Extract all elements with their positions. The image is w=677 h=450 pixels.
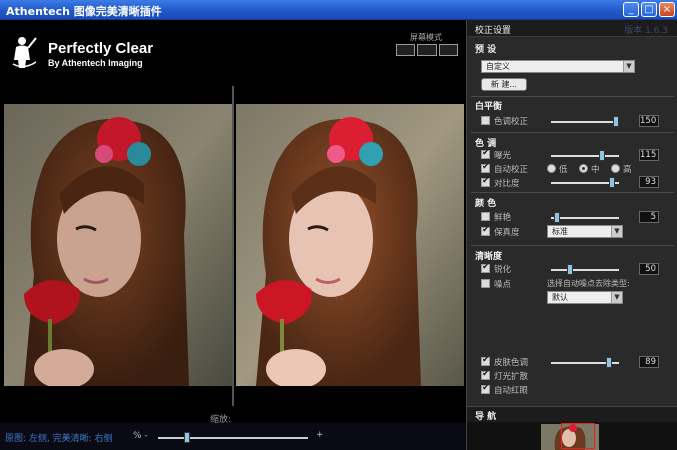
screen-mode-side-by-side-button[interactable] — [438, 44, 458, 56]
noise-type-label: 选择自动噪点去除类型: — [547, 279, 630, 288]
auto-high-label: 高 — [623, 165, 632, 175]
contrast-value[interactable]: 93 — [639, 176, 659, 188]
exposure-value[interactable]: 115 — [639, 149, 659, 161]
light-diffusion-label: 灯光扩散 — [494, 372, 529, 382]
skin-tone-slider[interactable] — [551, 357, 619, 368]
divider — [471, 96, 674, 97]
vibrance-checkbox[interactable] — [481, 212, 490, 221]
tint-value[interactable]: 150 — [639, 115, 659, 127]
noise-type-select[interactable]: 默认 ▼ — [547, 291, 623, 304]
navigator-view[interactable] — [467, 422, 677, 450]
exposure-label: 曝光 — [494, 151, 512, 161]
sharpen-slider[interactable] — [551, 264, 619, 275]
auto-low-label: 低 — [559, 165, 568, 175]
skin-tone-value[interactable]: 89 — [639, 356, 659, 368]
preset-section-title: 预 设 — [475, 45, 497, 55]
sharpen-value[interactable]: 50 — [639, 263, 659, 275]
light-diffusion-checkbox[interactable] — [481, 369, 490, 380]
artist-logo-icon — [12, 37, 37, 68]
compare-legend: 原图: 左侧, 完美清晰: 右侧 — [5, 434, 113, 444]
tint-checkbox[interactable] — [481, 116, 490, 125]
close-button[interactable]: × — [659, 2, 675, 17]
image-viewer: Perfectly Clear By Athentech Imaging 屏幕模… — [0, 20, 466, 450]
vibrance-slider-thumb[interactable] — [554, 212, 560, 223]
screen-mode-split-button[interactable] — [417, 44, 437, 56]
exposure-slider-thumb[interactable] — [599, 150, 605, 161]
zoom-plus-label[interactable]: + — [316, 430, 324, 440]
noise-type-select-value: 默认 — [552, 293, 568, 302]
corrected-photo — [236, 104, 464, 386]
screen-mode-buttons — [396, 44, 458, 56]
panel-header: 校正设置 版本 1.6.3 — [467, 20, 677, 37]
app-logo: Perfectly Clear By Athentech Imaging — [10, 34, 200, 80]
window-title: Athentech 图像完美清晰插件 — [6, 5, 162, 18]
auto-correct-label: 自动校正 — [494, 165, 529, 175]
contrast-checkbox[interactable] — [481, 176, 490, 187]
viewer-bottom-bar: 原图: 左侧, 完美清晰: 右侧 % - + — [0, 423, 466, 450]
screen-mode-single-button[interactable] — [396, 44, 416, 56]
contrast-slider[interactable] — [551, 177, 619, 188]
skin-tone-label: 皮肤色调 — [494, 358, 529, 368]
noise-label: 噪点 — [494, 280, 512, 290]
skin-tone-slider-thumb[interactable] — [606, 357, 612, 368]
chevron-down-icon: ▼ — [611, 292, 622, 303]
maximize-button[interactable]: □ — [641, 2, 657, 17]
auto-low-radio[interactable] — [547, 164, 556, 173]
compare-divider[interactable] — [232, 86, 234, 406]
tint-slider-thumb[interactable] — [613, 116, 619, 127]
navigator-title: 导 航 — [475, 412, 497, 422]
navigator-viewport-rect[interactable] — [561, 423, 595, 449]
original-photo — [4, 104, 232, 386]
minimize-button[interactable]: _ — [623, 2, 639, 17]
tint-slider[interactable] — [551, 116, 619, 127]
zoom-slider-thumb[interactable] — [184, 432, 190, 443]
version-label: 版本 1.6.3 — [624, 26, 668, 36]
sharpen-label: 锐化 — [494, 265, 512, 275]
sharpness-section-title: 清晰度 — [475, 252, 503, 262]
fidelity-label: 保真度 — [494, 228, 520, 238]
divider — [471, 132, 674, 133]
divider — [471, 245, 674, 246]
red-eye-checkbox[interactable] — [481, 383, 490, 394]
preset-select-value: 自定义 — [486, 62, 510, 71]
zoom-slider[interactable] — [158, 432, 308, 443]
contrast-slider-thumb[interactable] — [609, 177, 615, 188]
exposure-checkbox[interactable] — [481, 148, 490, 159]
skin-tone-checkbox[interactable] — [481, 355, 490, 366]
panel-title: 校正设置 — [475, 26, 512, 36]
correction-settings-panel: 校正设置 版本 1.6.3 预 设 自定义 ▼ 新 建... 白平衡 色调校正 … — [466, 20, 677, 450]
new-preset-button[interactable]: 新 建... — [481, 78, 527, 91]
auto-medium-radio[interactable] — [579, 164, 588, 173]
window-titlebar[interactable]: Athentech 图像完美清晰插件 _ □ × — [0, 0, 677, 20]
sharpen-slider-thumb[interactable] — [567, 264, 573, 275]
chevron-down-icon: ▼ — [623, 61, 634, 72]
color-section-title: 颜 色 — [475, 199, 497, 209]
fidelity-select-value: 标准 — [552, 227, 568, 236]
vibrance-slider[interactable] — [551, 212, 619, 223]
auto-high-radio[interactable] — [611, 164, 620, 173]
logo-name: Perfectly Clear — [48, 40, 154, 57]
divider — [471, 192, 674, 193]
white-balance-section-title: 白平衡 — [475, 102, 503, 112]
vibrance-value[interactable]: 5 — [639, 211, 659, 223]
preset-select[interactable]: 自定义 ▼ — [481, 60, 635, 73]
contrast-label: 对比度 — [494, 179, 520, 189]
noise-checkbox[interactable] — [481, 279, 490, 288]
fidelity-select[interactable]: 标准 ▼ — [547, 225, 623, 238]
chevron-down-icon: ▼ — [611, 226, 622, 237]
auto-medium-label: 中 — [591, 165, 600, 175]
navigator-header: 导 航 — [467, 406, 677, 422]
zoom-minus-label[interactable]: % - — [133, 431, 148, 441]
tint-label: 色调校正 — [494, 117, 529, 127]
fidelity-checkbox[interactable] — [481, 225, 490, 236]
auto-correct-checkbox[interactable] — [481, 162, 490, 173]
sharpen-checkbox[interactable] — [481, 262, 490, 273]
screen-mode-label: 屏幕模式 — [410, 33, 442, 42]
red-eye-label: 自动红眼 — [494, 386, 529, 396]
exposure-slider[interactable] — [551, 150, 619, 161]
logo-subtitle: By Athentech Imaging — [48, 58, 143, 68]
vibrance-label: 鲜艳 — [494, 213, 512, 223]
